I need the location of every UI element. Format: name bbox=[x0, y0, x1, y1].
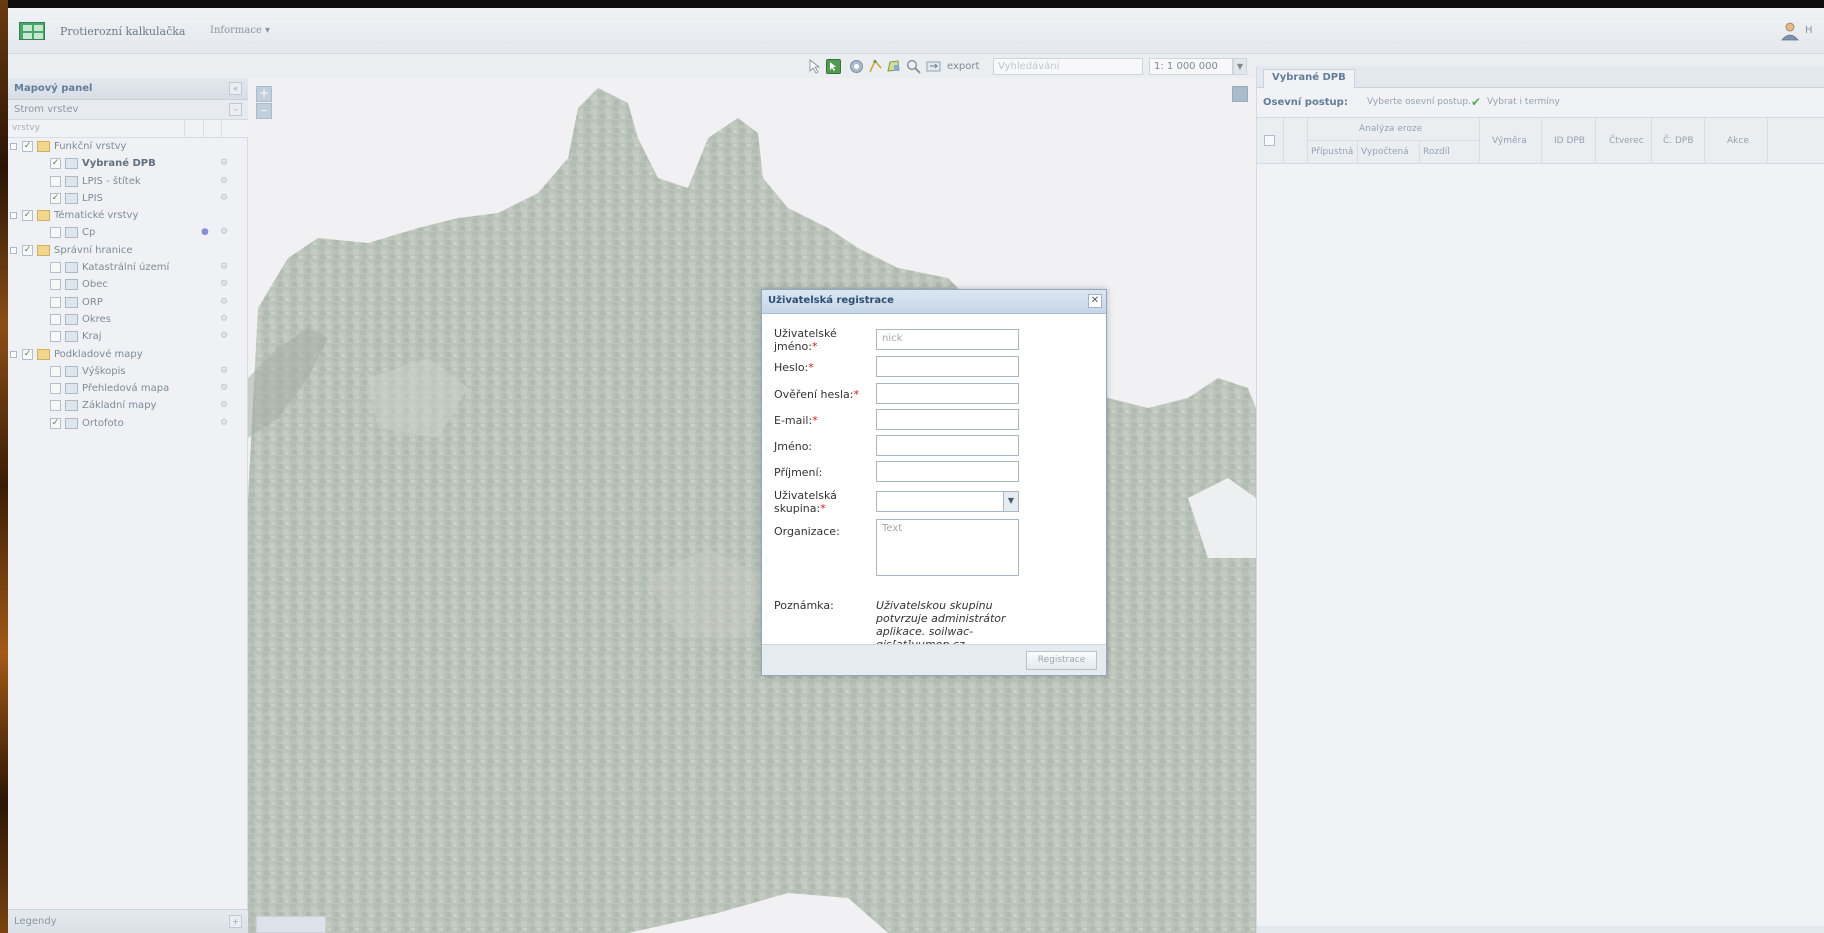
email-input[interactable] bbox=[876, 409, 1019, 430]
password-confirm-label: Ověření hesla:* bbox=[774, 388, 859, 401]
last-name-label: Příjmení: bbox=[774, 466, 823, 479]
username-input[interactable]: nick bbox=[876, 329, 1019, 350]
dialog-footer: Registrace bbox=[762, 644, 1106, 675]
first-name-input[interactable] bbox=[876, 435, 1019, 456]
email-label: E-mail:* bbox=[774, 414, 818, 427]
background-edge bbox=[0, 0, 8, 933]
registration-dialog: Uživatelská registrace ✕ Uživatelské jmé… bbox=[761, 289, 1107, 676]
dialog-title: Uživatelská registrace bbox=[768, 295, 894, 306]
organization-textarea[interactable]: Text bbox=[876, 519, 1019, 576]
user-group-select[interactable]: ▼ bbox=[876, 491, 1019, 512]
note-label: Poznámka: bbox=[774, 599, 834, 612]
organization-label: Organizace: bbox=[774, 525, 840, 538]
username-label: Uživatelské jméno:* bbox=[774, 327, 837, 353]
close-icon[interactable]: ✕ bbox=[1088, 294, 1102, 308]
password-input[interactable] bbox=[876, 356, 1019, 377]
password-confirm-input[interactable] bbox=[876, 383, 1019, 404]
last-name-input[interactable] bbox=[876, 461, 1019, 482]
chevron-down-icon[interactable]: ▼ bbox=[1003, 492, 1018, 511]
register-button[interactable]: Registrace bbox=[1026, 651, 1097, 670]
password-label: Heslo:* bbox=[774, 361, 814, 374]
first-name-label: Jméno: bbox=[774, 440, 813, 453]
app-window: Protierozní kalkulačka Informace ▾ H exp… bbox=[8, 8, 1824, 933]
user-group-label: Uživatelská skupina:* bbox=[774, 489, 837, 515]
dialog-header[interactable]: Uživatelská registrace ✕ bbox=[762, 290, 1106, 314]
